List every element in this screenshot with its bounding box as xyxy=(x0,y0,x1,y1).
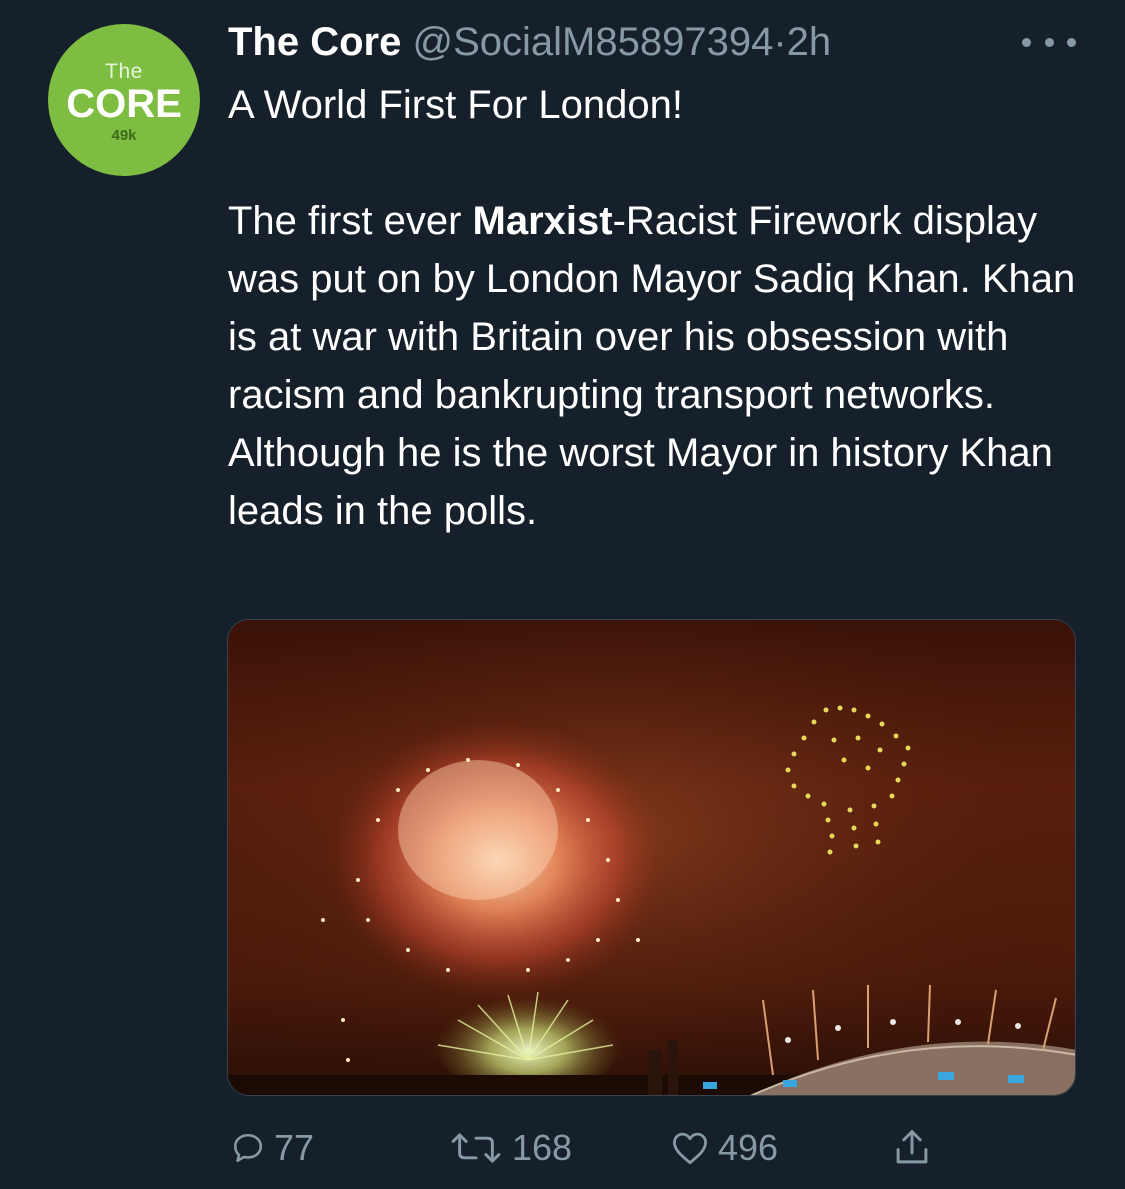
avatar[interactable]: The CORE 49k xyxy=(48,24,200,176)
tweet-text: A World First For London! The first ever… xyxy=(228,76,1098,540)
tweet-body-post: -Racist Firework display was put on by L… xyxy=(228,199,1076,533)
reply-icon xyxy=(233,1133,263,1163)
reply-button[interactable]: 77 xyxy=(230,1120,314,1176)
avatar-text-core: CORE xyxy=(66,82,182,126)
tweet-header: The Core @SocialM85897394·2h xyxy=(228,18,831,66)
user-handle[interactable]: @SocialM85897394 xyxy=(412,20,773,64)
like-count: 496 xyxy=(718,1127,779,1168)
fireworks-photo xyxy=(228,620,1075,1095)
tweet-media-image[interactable] xyxy=(227,619,1076,1096)
retweet-icon xyxy=(451,1133,501,1163)
share-button[interactable] xyxy=(894,1120,930,1176)
avatar-text-the: The xyxy=(105,60,143,83)
display-name[interactable]: The Core xyxy=(228,20,401,64)
tweet-actions: 77 168 496 xyxy=(230,1120,950,1176)
heart-icon xyxy=(673,1132,707,1165)
reply-count: 77 xyxy=(274,1127,315,1168)
separator-dot: · xyxy=(773,20,787,64)
retweet-button[interactable]: 168 xyxy=(448,1120,572,1176)
more-dots-icon[interactable] xyxy=(1022,30,1076,54)
tweet-card[interactable]: The CORE 49k The Core @SocialM85897394·2… xyxy=(0,0,1125,1189)
avatar-text-count: 49k xyxy=(111,127,137,144)
share-icon xyxy=(896,1130,928,1164)
like-button[interactable]: 496 xyxy=(670,1120,778,1176)
tweet-body-bold: Marxist xyxy=(472,199,613,243)
tweet-body: The first ever Marxist-Racist Firework d… xyxy=(228,192,1098,540)
tweet-body-pre: The first ever xyxy=(228,199,473,243)
timestamp[interactable]: 2h xyxy=(787,20,832,64)
retweet-count: 168 xyxy=(512,1127,573,1168)
tweet-headline: A World First For London! xyxy=(228,83,683,127)
